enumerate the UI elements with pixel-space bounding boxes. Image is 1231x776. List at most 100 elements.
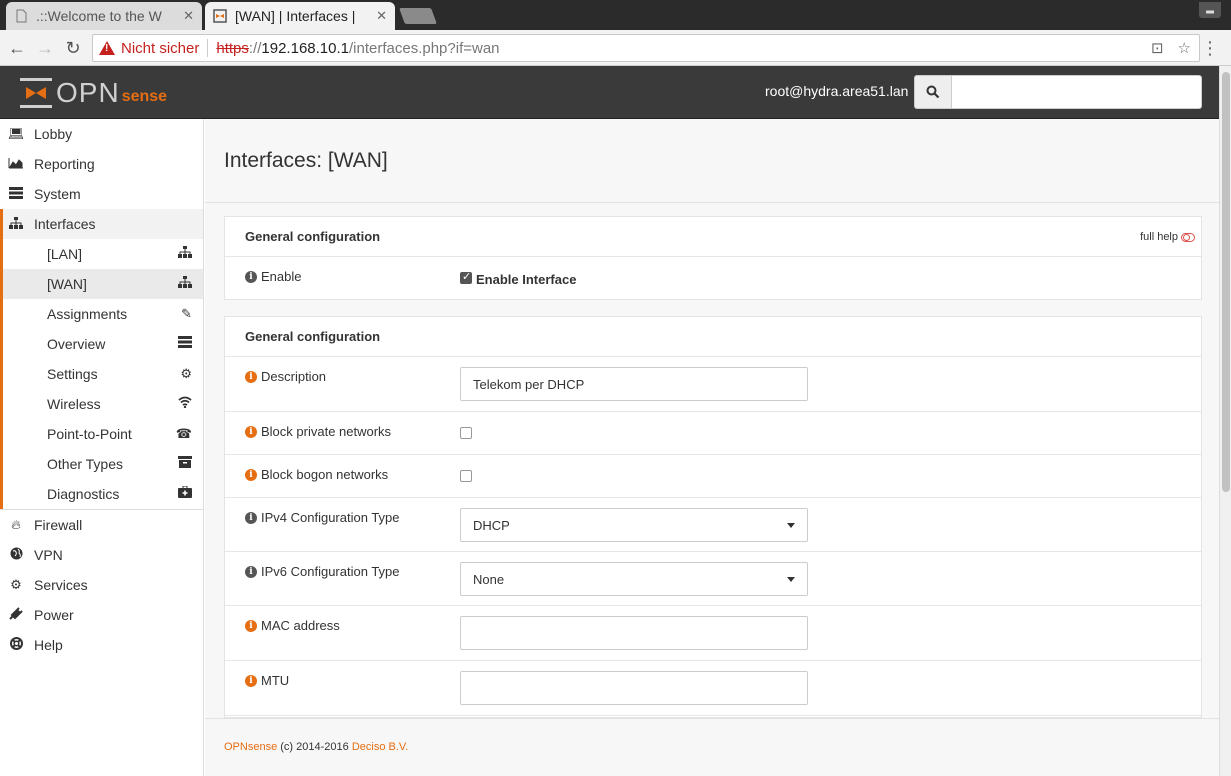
sidebar-item-interfaces[interactable]: Interfaces	[0, 209, 203, 239]
browser-tab-welcome[interactable]: .::Welcome to the W ✕	[6, 2, 202, 30]
caret-down-icon	[787, 523, 795, 528]
scrollbar-thumb[interactable]	[1222, 72, 1230, 492]
sidebar-item-label: Interfaces	[34, 216, 96, 232]
section-heading: General configuration	[225, 317, 1201, 357]
description-label-text: Description	[261, 369, 327, 384]
sidebar-item-firewall[interactable]: 🔥︎ Firewall	[0, 510, 203, 540]
sidebar-subitem-label: Settings	[47, 366, 98, 382]
sidebar-item-label: Power	[34, 607, 74, 623]
fire-icon: 🔥︎	[11, 517, 21, 532]
main-content: Interfaces: [WAN] General configuration …	[205, 119, 1219, 776]
mtu-input[interactable]	[460, 671, 808, 705]
logo-text-opn: OPN	[56, 77, 120, 108]
ipv6-type-select[interactable]: None	[460, 562, 808, 596]
mtu-label: i MTU	[245, 673, 289, 688]
archive-icon	[178, 456, 192, 471]
url-separator: ://	[248, 39, 262, 57]
sidebar-subitem-label: Diagnostics	[47, 486, 120, 502]
sidebar-item-label: VPN	[34, 547, 63, 563]
list-icon	[178, 336, 192, 351]
reload-icon[interactable]: ↻	[62, 37, 84, 59]
translate-icon[interactable]: ⊡	[1151, 39, 1164, 57]
medkit-icon	[178, 485, 192, 501]
warning-icon	[99, 41, 115, 55]
phone-icon: ☎	[175, 426, 192, 441]
description-input[interactable]: Telekom per DHCP	[460, 367, 808, 401]
logo-text-sense: sense	[121, 88, 168, 105]
enable-row: i Enable Enable Interface	[225, 257, 1201, 300]
sidebar-item-system[interactable]: System	[0, 179, 203, 209]
sidebar-item-help[interactable]: Help	[0, 630, 203, 660]
ipv4-type-select[interactable]: DHCP	[460, 508, 808, 542]
tab-label: .::Welcome to the W	[36, 8, 162, 24]
window-user-icon[interactable]: ▂	[1199, 2, 1221, 18]
enable-interface-label[interactable]: Enable Interface	[476, 272, 576, 287]
tab-label: [WAN] | Interfaces |	[235, 8, 356, 24]
sidebar-subitem-other-types[interactable]: Other Types	[0, 449, 203, 479]
user-menu[interactable]: root@hydra.area51.lan	[765, 83, 908, 99]
cogs-icon: ⚙	[180, 366, 192, 381]
info-icon[interactable]: i	[245, 674, 257, 687]
page-scrollbar[interactable]	[1219, 66, 1231, 776]
info-icon[interactable]: i	[245, 619, 257, 632]
browser-menu-icon[interactable]: ⋮	[1201, 38, 1219, 58]
address-bar[interactable]: Nicht sicher https :// 192.168.10.1 /int…	[92, 34, 1200, 62]
sidebar-item-label: Services	[34, 577, 88, 593]
mac-address-input[interactable]	[460, 616, 808, 650]
info-icon[interactable]: i	[245, 370, 257, 383]
sidebar-item-power[interactable]: Power	[0, 600, 203, 630]
close-icon[interactable]: ✕	[376, 8, 387, 24]
toggle-off-icon	[1181, 232, 1195, 242]
block-private-row: i Block private networks	[225, 412, 1201, 455]
search-input[interactable]	[952, 75, 1202, 109]
info-icon[interactable]: i	[245, 270, 257, 283]
sidebar-subitem-label: [LAN]	[47, 246, 83, 262]
sidebar-item-lobby[interactable]: 💻︎ Lobby	[0, 119, 203, 149]
page-title-bar: Interfaces: [WAN]	[205, 119, 1219, 203]
ipv4-selected-value: DHCP	[473, 517, 510, 533]
description-row: i Description Telekom per DHCP	[225, 357, 1201, 412]
sidebar-subitem-diagnostics[interactable]: Diagnostics	[0, 479, 203, 509]
footer-company-link[interactable]: Deciso B.V.	[352, 741, 408, 753]
info-icon[interactable]: i	[245, 565, 257, 578]
page-title: Interfaces: [WAN]	[224, 149, 388, 172]
sidebar-subitem-settings[interactable]: Settings ⚙	[0, 359, 203, 389]
sidebar-item-services[interactable]: ⚙ Services	[0, 570, 203, 600]
ipv6-label-text: IPv6 Configuration Type	[261, 564, 400, 579]
ipv4-label-text: IPv4 Configuration Type	[261, 510, 400, 525]
sidebar-item-vpn[interactable]: VPN	[0, 540, 203, 570]
sidebar-subitem-overview[interactable]: Overview	[0, 329, 203, 359]
url-host: 192.168.10.1	[261, 39, 349, 57]
full-help-toggle[interactable]: full help	[1140, 231, 1195, 243]
sidebar-subitem-wireless[interactable]: Wireless	[0, 389, 203, 419]
block-private-label: i Block private networks	[245, 424, 391, 439]
info-icon[interactable]: i	[245, 468, 257, 481]
sidebar-subitem-assignments[interactable]: Assignments ✎	[0, 299, 203, 329]
info-icon[interactable]: i	[245, 511, 257, 524]
block-private-checkbox[interactable]	[460, 427, 472, 439]
bookmark-star-icon[interactable]: ☆	[1178, 39, 1191, 57]
opnsense-logo[interactable]: OPN sense	[20, 77, 167, 109]
enable-interface-checkbox[interactable]	[460, 270, 472, 284]
close-icon[interactable]: ✕	[183, 8, 194, 24]
sidebar-item-reporting[interactable]: Reporting	[0, 149, 203, 179]
back-arrow-icon[interactable]: ←	[6, 37, 28, 59]
search-button[interactable]	[914, 75, 952, 109]
page-footer: OPNsense (c) 2014-2016 Deciso B.V.	[205, 718, 1219, 776]
new-tab-button[interactable]	[399, 8, 437, 24]
sidebar-subitem-label: Wireless	[47, 396, 101, 412]
enable-section: General configuration full help i Enable…	[224, 216, 1202, 300]
forward-arrow-icon[interactable]: →	[34, 37, 56, 59]
sidebar-subitem-lan[interactable]: [LAN]	[0, 239, 203, 269]
sitemap-icon	[178, 276, 192, 291]
browser-tab-wan[interactable]: [WAN] | Interfaces | ✕	[205, 2, 395, 30]
sidebar-subitem-point-to-point[interactable]: Point-to-Point ☎	[0, 419, 203, 449]
pencil-icon: ✎	[181, 306, 192, 321]
sidebar-subitem-wan[interactable]: [WAN]	[0, 269, 203, 299]
footer-brand-link[interactable]: OPNsense	[224, 741, 277, 753]
security-warning[interactable]: Nicht sicher	[99, 40, 199, 57]
app-header: OPN sense root@hydra.area51.lan	[0, 66, 1219, 119]
omnibox-actions: ⊡ ☆	[1151, 39, 1191, 57]
block-bogon-checkbox[interactable]	[460, 470, 472, 482]
info-icon[interactable]: i	[245, 425, 257, 438]
